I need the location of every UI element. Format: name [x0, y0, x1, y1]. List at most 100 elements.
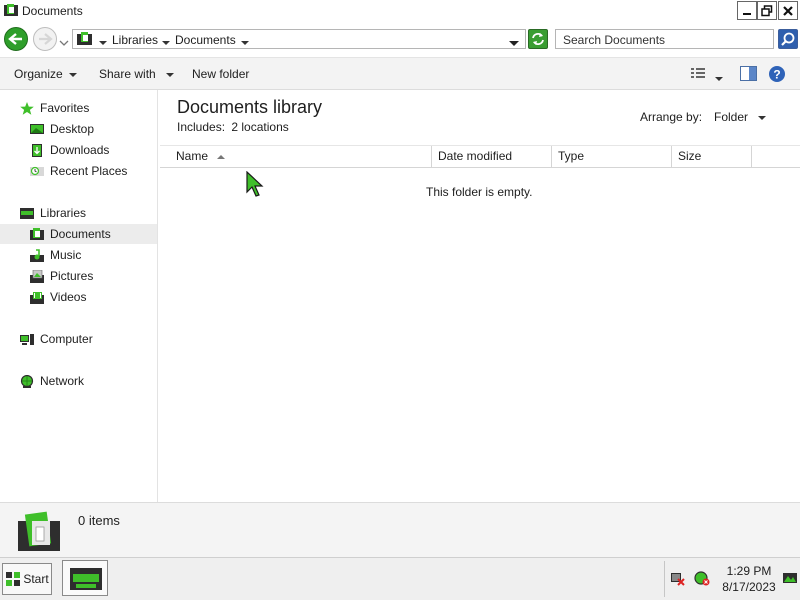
arrange-by-dropdown[interactable]: Folder	[714, 110, 767, 124]
documents-library-large-icon	[18, 511, 60, 551]
nav-libraries[interactable]: Libraries	[20, 203, 86, 223]
arrange-by-value: Folder	[714, 110, 749, 124]
chevron-down-icon	[758, 115, 767, 120]
arrow-left-icon	[8, 33, 22, 45]
new-folder-button[interactable]: New folder	[192, 67, 249, 81]
arrange-by-label: Arrange by:	[640, 110, 703, 124]
nav-favorites-label: Favorites	[40, 101, 90, 115]
item-count: 0 items	[78, 513, 120, 528]
clock-date[interactable]: 8/17/2023	[717, 580, 781, 594]
nav-favorites[interactable]: Favorites	[20, 98, 89, 118]
search-button[interactable]	[778, 29, 798, 49]
show-desktop-icon[interactable]	[783, 571, 797, 585]
help-button[interactable]: ?	[768, 65, 786, 86]
window-title: Documents	[22, 4, 83, 18]
nav-videos-label: Videos	[50, 290, 87, 304]
pictures-icon	[30, 269, 44, 283]
nav-computer[interactable]: Computer	[20, 329, 93, 349]
taskbar-explorer-button[interactable]	[62, 560, 108, 596]
search-placeholder: Search Documents	[563, 33, 666, 47]
column-header-name[interactable]: Name	[160, 146, 432, 167]
libraries-icon	[20, 207, 34, 219]
svg-text:?: ?	[773, 68, 780, 82]
forward-button[interactable]	[33, 27, 57, 51]
start-label: Start	[23, 572, 49, 586]
breadcrumb-caret-icon[interactable]	[162, 35, 170, 49]
documents-icon	[30, 227, 44, 240]
library-includes: Includes: 2 locations	[177, 120, 289, 134]
recent-pages-button[interactable]	[59, 36, 69, 50]
refresh-button[interactable]	[528, 29, 548, 49]
downloads-icon	[32, 143, 42, 157]
close-icon	[783, 5, 793, 16]
minimize-icon	[743, 12, 751, 15]
nav-pictures-label: Pictures	[50, 269, 94, 283]
windows-explorer-icon	[70, 568, 102, 590]
address-history-dropdown[interactable]	[509, 36, 519, 50]
organize-menu[interactable]: Organize	[14, 67, 77, 81]
chevron-down-icon	[59, 40, 69, 46]
computer-icon	[20, 333, 34, 345]
star-icon	[20, 101, 34, 115]
nav-pictures[interactable]: Pictures	[30, 266, 93, 286]
back-button[interactable]	[4, 27, 28, 51]
breadcrumb-libraries[interactable]: Libraries	[112, 33, 158, 47]
change-view-button[interactable]	[690, 66, 706, 83]
refresh-icon	[532, 33, 544, 45]
nav-recent-places-label: Recent Places	[50, 164, 128, 178]
nav-desktop-label: Desktop	[50, 122, 95, 136]
nav-music[interactable]: Music	[30, 245, 81, 265]
details-pane: 0 items	[0, 502, 800, 557]
nav-recent-places[interactable]: Recent Places	[30, 161, 127, 181]
nav-music-label: Music	[50, 248, 82, 262]
help-icon: ?	[769, 66, 785, 82]
view-options-dropdown[interactable]	[715, 71, 723, 85]
breadcrumb-caret-icon[interactable]	[241, 35, 249, 49]
title-bar: Documents	[0, 0, 800, 23]
nav-network[interactable]: Network	[20, 371, 84, 391]
windows-logo-icon	[6, 572, 21, 586]
minimize-button[interactable]	[737, 1, 757, 20]
recent-places-icon	[30, 166, 44, 176]
desktop-icon	[30, 123, 44, 134]
security-center-icon[interactable]	[694, 570, 710, 586]
close-button[interactable]	[778, 1, 798, 20]
sort-ascending-icon	[217, 155, 226, 159]
column-header-size[interactable]: Size	[672, 146, 752, 167]
arrow-right-icon	[39, 33, 53, 45]
restore-button[interactable]	[757, 1, 777, 20]
preview-pane-icon	[740, 66, 757, 81]
system-tray: 1:29 PM 8/17/2023	[664, 561, 800, 597]
search-icon	[781, 32, 795, 46]
nav-videos[interactable]: Videos	[30, 287, 86, 307]
documents-library-icon	[4, 4, 18, 16]
library-icon	[77, 32, 92, 45]
nav-downloads[interactable]: Downloads	[30, 140, 109, 160]
column-header-type[interactable]: Type	[552, 146, 672, 167]
includes-locations-link[interactable]: 2 locations	[231, 120, 288, 134]
empty-folder-message: This folder is empty.	[426, 185, 533, 199]
restore-icon	[761, 4, 773, 16]
clock-time[interactable]: 1:29 PM	[719, 564, 779, 578]
breadcrumb-documents[interactable]: Documents	[175, 33, 236, 47]
share-with-label: Share with	[99, 67, 156, 81]
nav-documents-label: Documents	[50, 227, 111, 241]
nav-desktop[interactable]: Desktop	[30, 119, 94, 139]
preview-pane-button[interactable]	[740, 66, 757, 84]
chevron-down-icon	[165, 72, 174, 77]
navigation-pane: Favorites Desktop Downloads Recent Place…	[0, 90, 158, 502]
nav-downloads-label: Downloads	[50, 143, 110, 157]
share-with-menu[interactable]: Share with	[99, 67, 174, 81]
nav-libraries-label: Libraries	[40, 206, 87, 220]
column-header-date-modified[interactable]: Date modified	[432, 146, 552, 167]
command-bar: Organize Share with New folder ?	[0, 57, 800, 90]
start-button[interactable]: Start	[2, 563, 52, 595]
music-icon	[30, 248, 44, 262]
mouse-cursor-icon	[246, 171, 264, 197]
network-disconnected-icon[interactable]	[670, 571, 686, 587]
breadcrumb-separator-icon[interactable]	[99, 35, 107, 49]
library-title: Documents library	[177, 97, 323, 117]
address-bar[interactable]: Libraries Documents	[72, 29, 526, 49]
nav-documents[interactable]: Documents	[30, 224, 111, 244]
search-input[interactable]: Search Documents	[555, 29, 774, 49]
